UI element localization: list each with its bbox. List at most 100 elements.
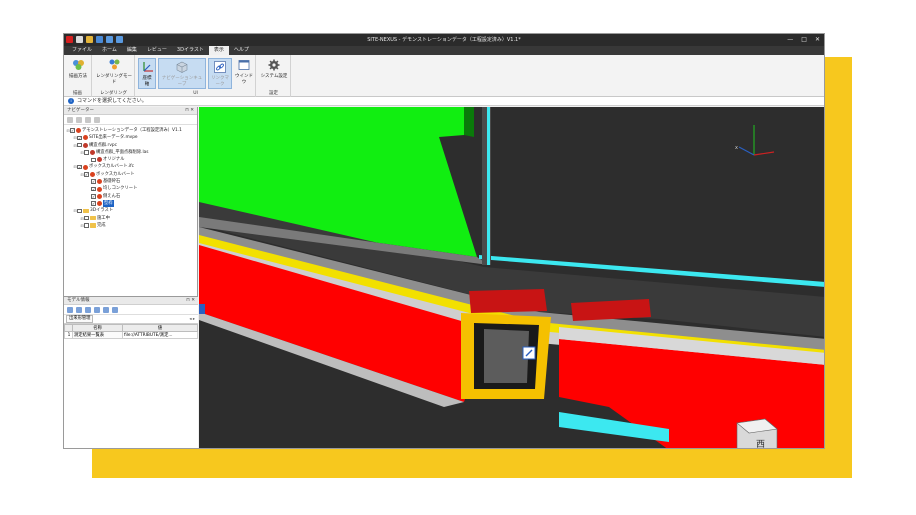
model-icon: [96, 193, 102, 199]
pin-icon[interactable]: ⊓ ✕: [186, 297, 195, 305]
tree-item-label: オリジナル: [103, 157, 125, 163]
tree-item-label: SITE出来ーデータ.mvpe: [89, 135, 138, 141]
menu-3d-illustration[interactable]: 3Dイラスト: [172, 46, 209, 55]
info-icon: i: [68, 98, 74, 104]
navigation-cube-button[interactable]: ナビゲーションキューブ: [158, 58, 206, 89]
axis-label: 座標軸: [142, 76, 152, 87]
ribbon-group-ui: 座標軸 ナビゲーションキューブ リンクマーク ウインドウ UI: [136, 55, 256, 97]
link-mark-button[interactable]: リンクマーク: [208, 58, 232, 89]
stage: SITE-NEXUS - デモンストレーションデータ（工程設定済み）V1.1* …: [0, 0, 916, 515]
tree-item-label: 施工中: [97, 215, 110, 221]
draw-method-button[interactable]: 描画方法: [67, 58, 89, 79]
window-button[interactable]: ウインドウ: [234, 58, 254, 85]
visibility-checkbox[interactable]: [84, 223, 89, 228]
pin-icon[interactable]: ⊓ ✕: [185, 107, 194, 115]
navigation-cube-label: ナビゲーションキューブ: [161, 76, 203, 87]
tree-item[interactable]: ⊟ 3Dイラスト: [64, 207, 197, 214]
tree-item[interactable]: ⊟ 完成: [64, 222, 197, 229]
visibility-checkbox[interactable]: ✓: [91, 179, 96, 184]
folder-icon: [89, 215, 96, 221]
axis-button[interactable]: 座標軸: [138, 58, 156, 89]
tree-item[interactable]: オリジナル: [64, 156, 197, 163]
point-cloud-icon: [82, 142, 88, 148]
row-name: 測定結果一覧表: [72, 331, 123, 339]
tree-item[interactable]: ⊟ 施工中: [64, 215, 197, 222]
ribbon-group-rendering: レンダリングモード レンダリング: [93, 55, 135, 97]
window-label: ウインドウ: [235, 74, 253, 85]
minimize-button[interactable]: —: [787, 34, 793, 46]
menu-help[interactable]: ヘルプ: [229, 46, 254, 55]
visibility-checkbox[interactable]: ✓: [91, 186, 96, 192]
box-culvert-inner: [484, 329, 529, 383]
visibility-checkbox[interactable]: [84, 215, 89, 221]
sort-up-icon[interactable]: [85, 116, 91, 123]
menu-home[interactable]: ホーム: [97, 46, 122, 55]
tree-item[interactable]: ⊟ ✓ デモンストレーションデータ（工程設定済み）V1.1: [64, 127, 197, 134]
tree-item[interactable]: ⊟ 構造点群_平面点群削除.las: [64, 149, 197, 156]
3d-viewport[interactable]: x 西: [199, 107, 825, 449]
close-button[interactable]: ✕: [815, 34, 820, 46]
visibility-checkbox[interactable]: [91, 157, 96, 163]
axis-icon: [141, 60, 154, 73]
vertical-post-cyan: [487, 107, 490, 265]
link-open-icon[interactable]: [112, 306, 118, 313]
visibility-checkbox[interactable]: ✓: [91, 194, 96, 199]
rendering-mode-label: レンダリングモード: [96, 74, 132, 85]
tab-dekigata[interactable]: 出来形管理: [66, 315, 94, 323]
add-folder-icon[interactable]: [67, 116, 73, 123]
menu-edit[interactable]: 編集: [122, 46, 142, 55]
link-icon: [214, 60, 227, 73]
title-bar: SITE-NEXUS - デモンストレーションデータ（工程設定済み）V1.1* …: [64, 34, 824, 46]
window-title: SITE-NEXUS - デモンストレーションデータ（工程設定済み）V1.1*: [367, 37, 521, 43]
tree-item[interactable]: ⊟ ✓ SITE出来ーデータ.mvpe: [64, 134, 197, 141]
visibility-checkbox[interactable]: [77, 142, 82, 148]
visibility-checkbox[interactable]: ✓: [77, 135, 82, 141]
tree-item-label: 型枠: [103, 199, 114, 208]
sort-down-icon[interactable]: [94, 116, 100, 123]
visibility-checkbox[interactable]: ✓: [91, 201, 96, 206]
delete-row-icon[interactable]: [85, 306, 91, 313]
tree-item[interactable]: ⊟ ✓ ボックスカルバート.ifc: [64, 163, 197, 170]
row-value[interactable]: file://ATTRIBUTE/測定...: [122, 331, 198, 339]
menu-bar: ファイル ホーム 編集 レビュー 3Dイラスト 表示 ヘルプ: [64, 46, 824, 55]
tree-item-label: 基礎砕石: [103, 179, 121, 185]
svg-text:x: x: [735, 145, 738, 151]
navigator-header: ナビゲーター ⊓ ✕: [64, 107, 197, 115]
visibility-checkbox[interactable]: ✓: [84, 172, 89, 177]
edit-row-icon[interactable]: [76, 306, 82, 313]
visibility-checkbox[interactable]: ✓: [77, 164, 82, 170]
visibility-checkbox[interactable]: [84, 150, 89, 155]
blue-marker: [199, 304, 205, 314]
tree-item[interactable]: ⊟ 構造点群.rvpc: [64, 142, 197, 149]
model-icon: [82, 164, 88, 170]
rendering-mode-icon: [108, 58, 121, 71]
tab-scroll-arrows[interactable]: ◂ ▸: [189, 317, 195, 322]
ribbon-group-draw: 描画方法 描画: [64, 55, 92, 97]
tree-item-label: 構造点群.rvpc: [89, 142, 117, 148]
tree-item-label: ボックスカルバート.ifc: [89, 164, 134, 170]
system-settings-button[interactable]: システム設定: [259, 58, 289, 79]
maximize-button[interactable]: □: [801, 34, 807, 46]
model-info-pane: モデル情報 ⊓ ✕ 出来形管理 ◂ ▸ 名称 値 1 測定結果一覧表 file:…: [64, 296, 198, 448]
link-add-icon[interactable]: [94, 306, 100, 313]
red-cap-block-near: [469, 289, 547, 313]
navigator-title: ナビゲーター: [67, 108, 94, 113]
ribbon-group-settings: システム設定 設定: [257, 55, 291, 97]
tree-item[interactable]: ✓ 型枠: [64, 199, 197, 208]
tree-item[interactable]: ⊟ ✓ ボックスカルバート: [64, 171, 197, 178]
menu-view[interactable]: 表示: [208, 46, 229, 55]
tree-item[interactable]: ✓ 基礎砕石: [64, 178, 197, 185]
visibility-checkbox[interactable]: [77, 208, 82, 214]
tree-item[interactable]: ✓ 均しコンクリート: [64, 185, 197, 192]
table-row[interactable]: 1 測定結果一覧表 file://ATTRIBUTE/測定...: [64, 331, 198, 339]
rendering-mode-button[interactable]: レンダリングモード: [96, 58, 132, 85]
delete-icon[interactable]: [76, 116, 82, 123]
folder-icon: [82, 208, 89, 214]
menu-file[interactable]: ファイル: [67, 46, 97, 55]
visibility-checkbox[interactable]: ✓: [70, 128, 75, 133]
link-remove-icon[interactable]: [103, 306, 109, 313]
menu-review[interactable]: レビュー: [142, 46, 172, 55]
scene-render[interactable]: x 西: [199, 107, 825, 449]
add-row-icon[interactable]: [67, 306, 73, 313]
tree-item[interactable]: ✓ 側えん石: [64, 193, 197, 200]
